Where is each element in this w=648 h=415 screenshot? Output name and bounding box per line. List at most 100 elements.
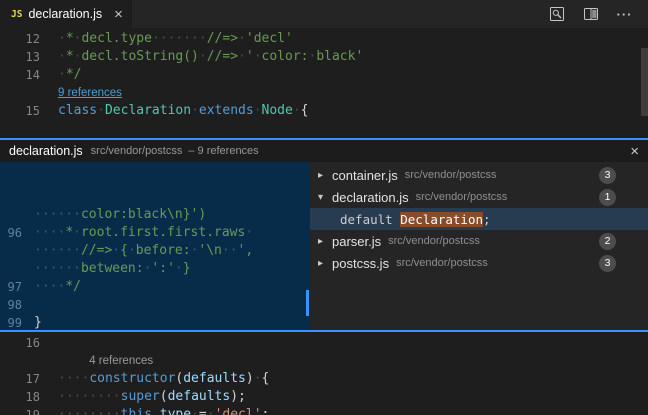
code-token: ·	[254, 371, 262, 386]
peek-close-icon[interactable]: ×	[630, 144, 639, 159]
reference-file-row[interactable]: ▸parser.jssrc/vendor/postcss2	[310, 230, 648, 252]
reference-item[interactable]: default Declaration;	[310, 208, 648, 230]
code-token: ····	[58, 371, 89, 386]
code-line[interactable]: 12·*·decl.type·······//=>·'decl'	[0, 30, 648, 48]
code-line[interactable]: 16	[0, 334, 648, 352]
tab-bar: JS declaration.js × ···	[0, 0, 648, 28]
editor-code-top[interactable]: 12·*·decl.type·······//=>·'decl'13·*·dec…	[0, 28, 648, 138]
editor-scrollbar[interactable]	[641, 48, 648, 116]
code-token: decl.type	[81, 31, 151, 46]
code-line[interactable]: ······between:·':'·}	[0, 260, 310, 278]
code-line[interactable]: 13·*·decl.toString()·//=>·'·color:·black…	[0, 48, 648, 66]
code-token: 'decl'	[246, 31, 293, 46]
code-token: );	[230, 389, 246, 404]
peek-title-filename: declaration.js	[9, 144, 83, 158]
code-text: class·Declaration·extends·Node·{	[58, 102, 308, 120]
peek-code-preview[interactable]: ······color:black\n}')96····*·root.first…	[0, 162, 310, 330]
code-token: }	[34, 315, 42, 330]
code-token: {	[120, 243, 128, 258]
line-number	[0, 206, 34, 224]
code-text: ······//=>·{·before:·'\n··',	[34, 242, 253, 260]
code-line[interactable]: 19········this.type·=·'decl';	[0, 406, 648, 415]
code-token: ·	[58, 31, 66, 46]
code-line[interactable]: 96····*·root.first.first.raws·	[0, 224, 310, 242]
code-token: Node	[262, 103, 293, 118]
code-token: this	[121, 407, 152, 415]
code-line[interactable]: 15class·Declaration·extends·Node·{	[0, 102, 648, 120]
code-token: *	[66, 31, 74, 46]
code-token: ·	[238, 31, 246, 46]
line-number: 15	[0, 102, 58, 120]
chevron-down-icon[interactable]: ▾	[316, 192, 332, 203]
line-number: 16	[0, 334, 58, 352]
peek-preview-scrollbar[interactable]	[306, 290, 309, 316]
reference-count-badge: 3	[599, 255, 616, 272]
code-line[interactable]: 97····*/	[0, 278, 310, 296]
chevron-right-icon[interactable]: ▸	[316, 170, 332, 181]
code-token: Declaration	[105, 103, 191, 118]
code-token: ;	[262, 407, 270, 415]
reference-file-row[interactable]: ▸postcss.js src/vendor/postcss3	[310, 252, 648, 274]
code-text: ····*/	[34, 278, 81, 296]
line-number: 99	[0, 314, 34, 330]
code-token: ·	[112, 243, 120, 258]
reference-file-path: src/vendor/postcss	[388, 235, 599, 247]
code-token: */	[65, 279, 81, 294]
tab-close-icon[interactable]: ×	[114, 7, 123, 22]
code-token: .	[152, 407, 160, 415]
code-line[interactable]: ······//=>·{·before:·'\n··',	[0, 242, 310, 260]
gutter	[0, 352, 58, 370]
code-text: ····*·root.first.first.raws·	[34, 224, 253, 242]
code-line[interactable]: ······color:black\n}')	[0, 206, 310, 224]
chevron-right-icon[interactable]: ▸	[316, 236, 332, 247]
code-token: {	[262, 371, 270, 386]
code-token: ',	[238, 243, 254, 258]
reference-file-row[interactable]: ▸container.jssrc/vendor/postcss3	[310, 164, 648, 186]
reference-text: default Declaration;	[316, 212, 491, 227]
reference-count-badge: 1	[599, 189, 616, 206]
codelens-link[interactable]: 9 references	[58, 84, 122, 102]
reference-file-path: src/vendor/postcss	[405, 169, 599, 181]
reference-match-highlight: Declaration	[400, 212, 483, 227]
code-line[interactable]: 17····constructor(defaults)·{	[0, 370, 648, 388]
line-number: 12	[0, 30, 58, 48]
peek-body: ······color:black\n}')96····*·root.first…	[0, 162, 648, 330]
code-token: '	[246, 49, 254, 64]
code-line[interactable]: 14·*/	[0, 66, 648, 84]
tab-declaration-js[interactable]: JS declaration.js ×	[0, 0, 132, 28]
code-text: ······color:black\n}')	[34, 206, 206, 224]
code-line[interactable]: 99}	[0, 314, 310, 330]
code-token: ·	[245, 225, 253, 240]
reference-file-row[interactable]: ▾declaration.jssrc/vendor/postcss1	[310, 186, 648, 208]
code-token: ·	[175, 261, 183, 276]
line-number: 19	[0, 406, 58, 415]
more-actions-icon[interactable]: ···	[616, 6, 633, 23]
reference-file-path: src/vendor/postcss	[396, 257, 599, 269]
chevron-right-icon[interactable]: ▸	[316, 258, 332, 269]
split-editor-icon[interactable]	[582, 6, 599, 23]
open-preview-icon[interactable]	[548, 6, 565, 23]
reference-file-name: parser.js	[332, 234, 381, 249]
line-number: 13	[0, 48, 58, 66]
code-text: ·*·decl.type·······//=>·'decl'	[58, 30, 293, 48]
reference-file-name: postcss.js	[332, 256, 389, 271]
code-text: ·*·decl.toString()·//=>·'·color:·black'	[58, 48, 363, 66]
code-text: ········this.type·=·'decl';	[58, 406, 269, 415]
code-token: color:	[262, 49, 309, 64]
editor-code-bottom[interactable]: 164 references17····constructor(defaults…	[0, 332, 648, 415]
code-token: constructor	[89, 371, 175, 386]
line-number: 18	[0, 388, 58, 406]
codelens-link[interactable]: 4 references	[58, 352, 153, 370]
code-token: color:black\n}')	[81, 207, 206, 222]
reference-file-name: declaration.js	[332, 190, 409, 205]
line-number: 97	[0, 278, 34, 296]
peek-title-path: src/vendor/postcss	[91, 145, 183, 157]
reference-file-name: container.js	[332, 168, 398, 183]
code-token: *	[65, 225, 73, 240]
code-token: ·	[254, 103, 262, 118]
code-line[interactable]: 18········super(defaults);	[0, 388, 648, 406]
code-line[interactable]: 98	[0, 296, 310, 314]
code-text: ····constructor(defaults)·{	[58, 370, 269, 388]
tab-label: declaration.js	[28, 7, 102, 21]
code-token: type	[160, 407, 191, 415]
